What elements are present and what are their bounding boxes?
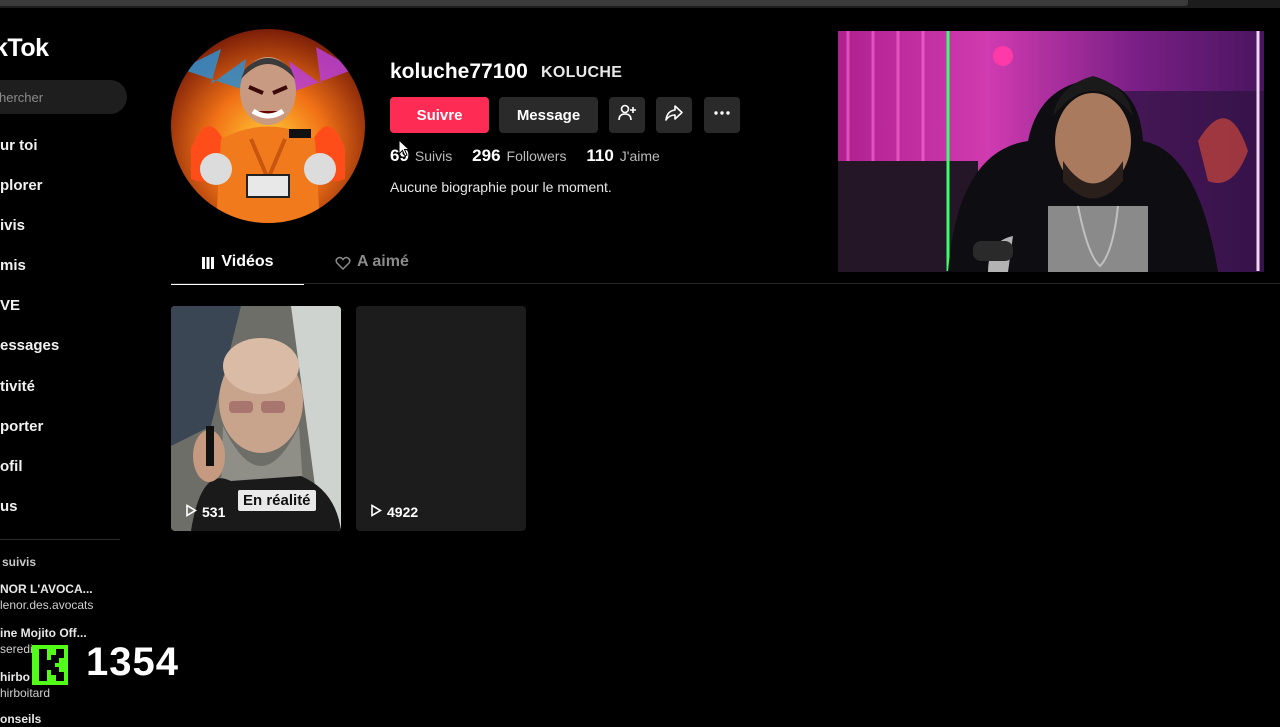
nav-item-upload[interactable]: porter <box>0 418 43 435</box>
tab-liked-label: A aimé <box>357 253 409 270</box>
stat-likes: 110 J'aime <box>586 146 660 165</box>
video-card[interactable]: 4922 <box>356 306 526 531</box>
nav-item-profile[interactable]: ofil <box>0 458 23 475</box>
tiktok-logo[interactable]: kTok <box>0 34 49 63</box>
add-friend-button[interactable] <box>609 97 645 133</box>
profile-bio: Aucune biographie pour le moment. <box>390 179 612 195</box>
following-account[interactable]: onseils <box>0 711 41 727</box>
profile-stats: 69 Suivis 296 Followers 110 J'aime <box>390 146 676 166</box>
stat-followers[interactable]: 296 Followers <box>472 146 566 165</box>
video-card[interactable]: En réalité 531 <box>171 306 341 531</box>
nav-item-activity[interactable]: tivité <box>0 378 35 395</box>
nav-item-following[interactable]: ivis <box>0 217 25 234</box>
scrollbar-thumb[interactable] <box>0 0 1188 6</box>
tab-videos[interactable]: Vidéos <box>171 253 304 285</box>
nav-item-more[interactable]: us <box>0 498 18 515</box>
profile-nickname: KOLUCHE <box>541 64 623 81</box>
account-name: ine Mojito Off... <box>0 626 87 640</box>
stream-counter: 1354 <box>86 640 179 684</box>
account-name: onseils <box>0 712 42 726</box>
more-options-button[interactable] <box>704 97 740 133</box>
view-count: 4922 <box>370 504 418 520</box>
view-count: 531 <box>185 504 225 520</box>
following-account[interactable]: NOR L'AVOCA... lenor.des.avocats <box>0 581 93 613</box>
share-icon <box>664 103 684 127</box>
following-accounts-title: suivis <box>2 555 37 569</box>
profile-avatar[interactable] <box>171 29 365 223</box>
add-user-icon <box>617 103 637 127</box>
heart-lock-icon <box>335 253 351 276</box>
share-button[interactable] <box>656 97 692 133</box>
grid-icon <box>201 253 215 275</box>
nav-item-messages[interactable]: essages <box>0 337 59 354</box>
webcam-overlay <box>838 31 1264 272</box>
tab-videos-label: Vidéos <box>221 253 274 270</box>
sidebar-divider <box>0 539 120 540</box>
video-caption: En réalité <box>238 490 316 511</box>
nav-item-for-you[interactable]: ur toi <box>0 137 38 154</box>
nav-item-live[interactable]: VE <box>0 297 20 314</box>
account-handle: hirboitard <box>0 686 51 700</box>
search-placeholder: hercher <box>0 90 44 105</box>
account-name: NOR L'AVOCA... <box>0 582 93 596</box>
kick-logo-icon <box>32 645 68 685</box>
follow-button[interactable]: Suivre <box>390 97 489 133</box>
more-icon <box>712 103 732 127</box>
nav-item-friends[interactable]: mis <box>0 257 26 274</box>
tabs-divider <box>171 283 1280 284</box>
message-button[interactable]: Message <box>499 97 598 133</box>
mouse-cursor-icon <box>398 138 411 162</box>
tab-liked[interactable]: A aimé <box>335 253 409 283</box>
play-icon <box>370 504 383 520</box>
search-input[interactable]: hercher <box>0 80 127 114</box>
play-icon <box>185 504 198 520</box>
nav-item-explore[interactable]: plorer <box>0 177 43 194</box>
account-handle: lenor.des.avocats <box>0 598 94 612</box>
browser-scrollbar[interactable] <box>0 0 1280 8</box>
profile-username: koluche77100 <box>390 60 528 83</box>
